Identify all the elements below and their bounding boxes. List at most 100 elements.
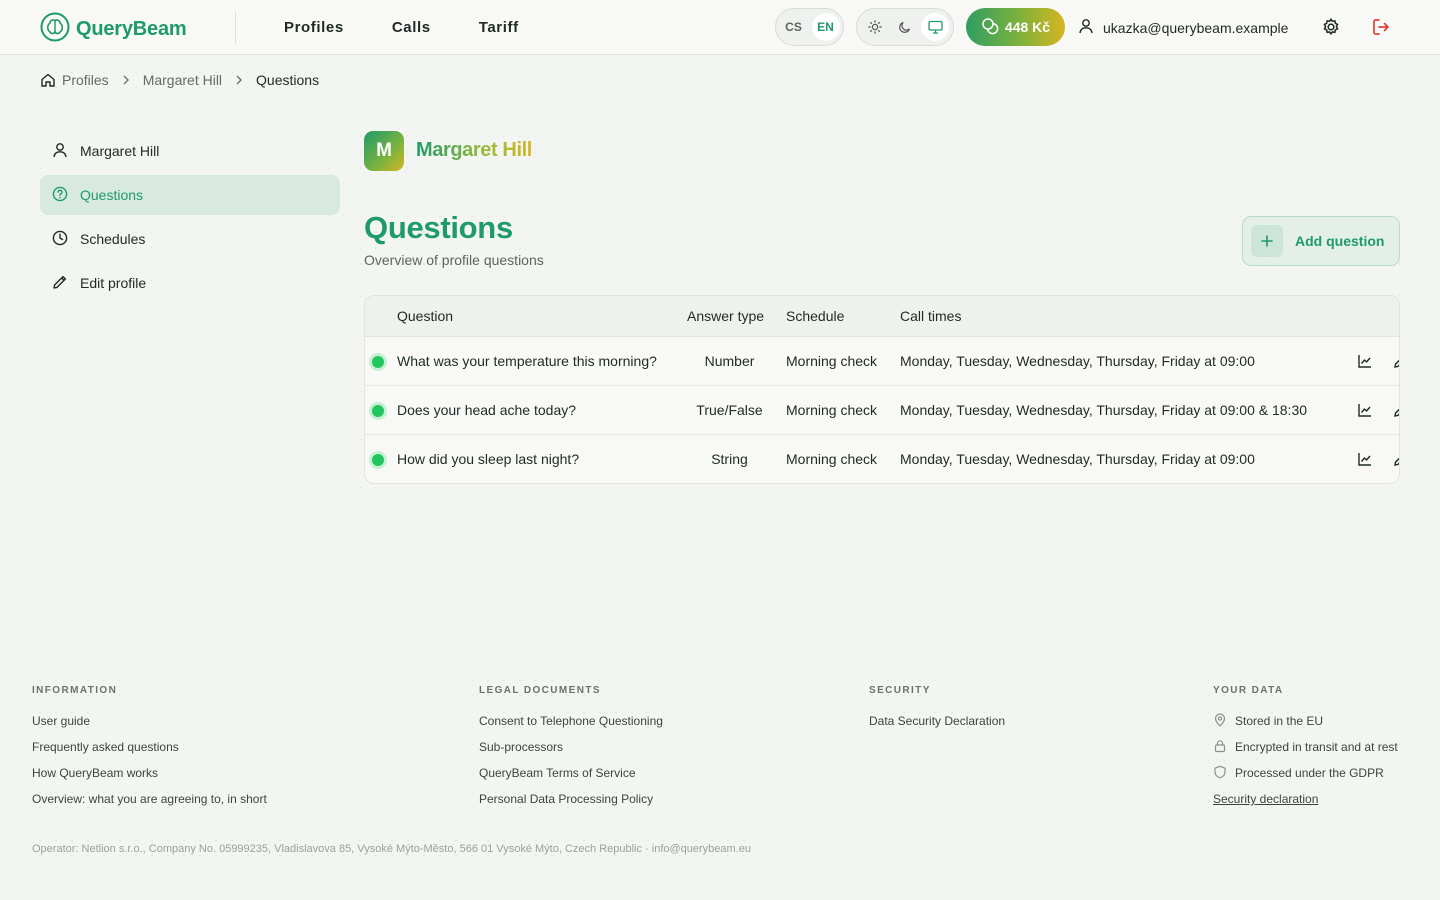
nav-tariff[interactable]: Tariff	[479, 19, 519, 36]
nav-calls[interactable]: Calls	[392, 19, 431, 36]
schedule-name: Morning check	[786, 353, 878, 369]
coins-icon	[981, 17, 999, 38]
page-title: Questions	[364, 210, 513, 245]
footer-legal: LEGAL DOCUMENTS Consent to Telephone Que…	[479, 685, 663, 812]
footer-data-location: Stored in the EU	[1213, 708, 1398, 734]
breadcrumb: Profiles Margaret Hill Questions	[40, 72, 319, 88]
logout-button[interactable]	[1371, 17, 1391, 42]
nav-profiles[interactable]: Profiles	[284, 19, 344, 36]
theme-dark-button[interactable]	[891, 13, 919, 41]
credit-amount: 448 Kč	[1004, 19, 1051, 35]
pencil-icon[interactable]	[1393, 353, 1399, 374]
question-text: How did you sleep last night?	[397, 451, 580, 467]
footer-link-privacy-policy[interactable]: Personal Data Processing Policy	[479, 786, 663, 812]
user-email: ukazka@querybeam.example	[1103, 19, 1289, 36]
gear-icon	[1323, 18, 1339, 35]
breadcrumb-current: Questions	[256, 72, 320, 88]
language-en[interactable]: EN	[811, 13, 840, 41]
sidebar-item-profile[interactable]: Margaret Hill	[40, 131, 340, 171]
table-header: Question Answer type Schedule Call times	[365, 296, 1399, 337]
table-row[interactable]: How did you sleep last night? String Mor…	[365, 435, 1399, 483]
footer-data-encryption-text: Encrypted in transit and at rest	[1235, 740, 1398, 754]
brand-name: QueryBeam	[76, 18, 187, 40]
footer-link-faq[interactable]: Frequently asked questions	[32, 734, 267, 760]
profile-name: Margaret Hill	[416, 139, 532, 161]
question-text: What was your temperature this morning?	[397, 353, 657, 369]
questions-table: Question Answer type Schedule Call times…	[364, 295, 1400, 484]
footer-link-subprocessors[interactable]: Sub-processors	[479, 734, 663, 760]
add-question-button[interactable]: Add question	[1242, 216, 1400, 266]
chevron-right-icon	[122, 75, 130, 85]
footer-heading: SECURITY	[869, 685, 931, 696]
pencil-icon[interactable]	[1393, 451, 1399, 472]
column-schedule[interactable]: Schedule	[786, 308, 844, 324]
brand-logo[interactable]: QueryBeam	[40, 12, 187, 47]
profile-avatar: M	[364, 131, 404, 171]
footer-data-gdpr-text: Processed under the GDPR	[1235, 766, 1384, 780]
answer-type: True/False	[696, 402, 763, 418]
footer-link-consent[interactable]: Consent to Telephone Questioning	[479, 708, 663, 734]
column-call-times[interactable]: Call times	[900, 308, 961, 324]
column-question[interactable]: Question	[397, 308, 453, 324]
sidebar-item-questions[interactable]: Questions	[40, 175, 340, 215]
active-status-dot	[372, 356, 384, 368]
sidebar-item-label: Edit profile	[80, 275, 147, 291]
chart-icon[interactable]	[1357, 451, 1373, 472]
table-row[interactable]: Does your head ache today? True/False Mo…	[365, 386, 1399, 435]
footer-data-gdpr: Processed under the GDPR	[1213, 760, 1398, 786]
map-pin-icon	[1213, 712, 1227, 730]
clock-icon	[52, 230, 68, 249]
credit-balance-button[interactable]: 448 Kč	[966, 8, 1065, 46]
profile-sidebar: Margaret Hill Questions Schedules Edit p…	[40, 131, 340, 307]
sidebar-item-label: Margaret Hill	[80, 143, 160, 159]
footer-link-security-declaration[interactable]: Security declaration	[1213, 786, 1398, 812]
top-bar: QueryBeam Profiles Calls Tariff CS EN 44…	[0, 0, 1440, 55]
user-menu[interactable]: ukazka@querybeam.example	[1078, 18, 1288, 37]
table-row[interactable]: What was your temperature this morning? …	[365, 337, 1399, 386]
call-times: Monday, Tuesday, Wednesday, Thursday, Fr…	[900, 451, 1255, 467]
footer-link-user-guide[interactable]: User guide	[32, 708, 267, 734]
user-icon	[52, 142, 68, 161]
sidebar-item-schedules[interactable]: Schedules	[40, 219, 340, 259]
home-icon	[40, 72, 56, 88]
sidebar-item-edit-profile[interactable]: Edit profile	[40, 263, 340, 303]
call-times: Monday, Tuesday, Wednesday, Thursday, Fr…	[900, 353, 1255, 369]
footer-data-location-text: Stored in the EU	[1235, 714, 1324, 728]
settings-button[interactable]	[1321, 17, 1341, 42]
chevron-right-icon	[235, 75, 243, 85]
pencil-icon[interactable]	[1393, 402, 1399, 423]
footer-information: INFORMATION User guide Frequently asked …	[32, 685, 267, 812]
footer-heading: LEGAL DOCUMENTS	[479, 685, 601, 696]
footer-data-encryption: Encrypted in transit and at rest	[1213, 734, 1398, 760]
footer-heading: INFORMATION	[32, 685, 118, 696]
footer-link-how-it-works[interactable]: How QueryBeam works	[32, 760, 267, 786]
call-times: Monday, Tuesday, Wednesday, Thursday, Fr…	[900, 402, 1308, 418]
sun-icon	[868, 20, 882, 34]
monitor-icon	[927, 20, 943, 34]
add-question-label: Add question	[1295, 233, 1385, 249]
footer-heading: YOUR DATA	[1213, 685, 1284, 696]
theme-light-button[interactable]	[861, 13, 889, 41]
theme-switcher	[856, 8, 954, 46]
chart-icon[interactable]	[1357, 353, 1373, 374]
main-nav: Profiles Calls Tariff	[284, 19, 519, 36]
brain-logo-icon	[40, 12, 70, 47]
sidebar-item-label: Schedules	[80, 231, 146, 247]
lock-icon	[1213, 739, 1227, 756]
footer-link-data-security[interactable]: Data Security Declaration	[869, 708, 1005, 734]
language-cs[interactable]: CS	[780, 13, 808, 41]
breadcrumb-profile[interactable]: Margaret Hill	[143, 72, 222, 88]
pencil-icon	[52, 274, 68, 293]
page-subtitle: Overview of profile questions	[364, 252, 544, 268]
footer-your-data: YOUR DATA Stored in the EU Encrypted in …	[1213, 685, 1398, 812]
footer-link-terms[interactable]: QueryBeam Terms of Service	[479, 760, 663, 786]
sidebar-item-label: Questions	[80, 187, 144, 203]
footer-link-overview[interactable]: Overview: what you are agreeing to, in s…	[32, 786, 267, 812]
breadcrumb-profiles[interactable]: Profiles	[62, 72, 109, 88]
plus-icon	[1251, 225, 1283, 257]
theme-system-button[interactable]	[921, 13, 949, 41]
chart-icon[interactable]	[1357, 402, 1373, 423]
footer-security: SECURITY Data Security Declaration	[869, 685, 1005, 734]
schedule-name: Morning check	[786, 451, 878, 467]
column-answer-type[interactable]: Answer type	[687, 308, 764, 324]
